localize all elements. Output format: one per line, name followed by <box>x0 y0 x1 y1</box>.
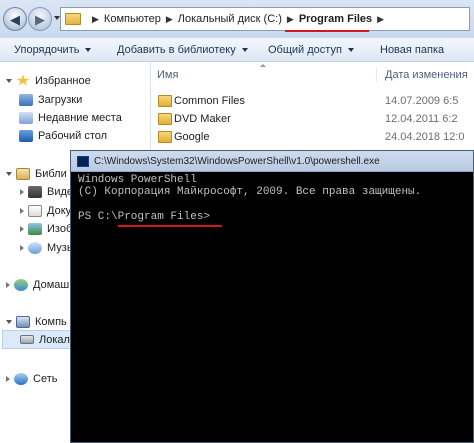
folder-icon <box>158 131 172 143</box>
forward-button[interactable]: ▶ <box>28 7 52 31</box>
powershell-window[interactable]: C:\Windows\System32\WindowsPowerShell\v1… <box>70 150 474 443</box>
chevron-right-icon[interactable]: ▶ <box>92 14 99 25</box>
powershell-title: C:\Windows\System32\WindowsPowerShell\v1… <box>94 155 380 167</box>
expander-icon[interactable] <box>20 244 24 251</box>
nav-downloads[interactable]: Загрузки <box>19 91 82 108</box>
file-date: 24.04.2018 12:0 <box>385 131 465 143</box>
nav-documents-label: Доку <box>47 204 72 217</box>
column-header-date[interactable]: Дата изменения <box>385 66 468 84</box>
nav-computer[interactable]: Компь <box>0 313 67 330</box>
nav-documents[interactable]: Доку <box>14 202 71 219</box>
expander-icon[interactable] <box>20 225 24 232</box>
nav-desktop-label: Рабочий стол <box>38 129 108 142</box>
music-icon <box>28 241 42 254</box>
highlight-underline <box>285 30 369 32</box>
console-prompt: PS C:\Program Files> <box>78 211 211 223</box>
arrow-left-icon: ◀ <box>10 11 20 27</box>
computer-icon <box>16 315 30 328</box>
expander-icon[interactable] <box>6 375 10 382</box>
command-bar: Упорядочить Добавить в библиотеку Общий … <box>0 38 474 62</box>
nav-computer-label: Компь <box>35 315 67 328</box>
chevron-down-icon <box>85 47 92 52</box>
breadcrumb-local-disk[interactable]: Локальный диск (C:) <box>178 13 282 25</box>
console-line: (C) Корпорация Майкрософт, 2009. Все пра… <box>78 186 422 198</box>
column-header-name[interactable]: Имя <box>157 66 178 84</box>
document-icon <box>28 204 42 217</box>
add-to-library-menu[interactable]: Добавить в библиотеку <box>117 44 248 56</box>
console-output[interactable]: Windows PowerShell (C) Корпорация Майкро… <box>71 172 473 442</box>
nav-homegroup-label: Домаш <box>33 278 70 291</box>
expander-icon[interactable] <box>20 207 24 214</box>
file-row[interactable]: DVD Maker 12.04.2011 6:2 <box>151 110 474 128</box>
recent-places-icon <box>19 111 33 124</box>
file-name: DVD Maker <box>174 113 231 125</box>
highlight-underline <box>118 225 222 227</box>
chevron-right-icon[interactable]: ▶ <box>377 14 384 25</box>
chevron-right-icon[interactable]: ▶ <box>166 14 173 25</box>
file-name: Google <box>174 131 210 143</box>
nav-pictures-label: Изоб <box>47 222 73 235</box>
libraries-icon <box>16 167 30 180</box>
nav-network-label: Сеть <box>33 372 58 385</box>
file-row[interactable]: Common Files 14.07.2009 6:5 <box>151 92 474 110</box>
breadcrumb-program-files[interactable]: Program Files <box>299 13 372 25</box>
nav-favorites-label: Избранное <box>35 74 91 87</box>
nav-homegroup[interactable]: Домаш <box>0 276 69 293</box>
drive-icon <box>20 335 34 344</box>
folder-icon <box>65 13 81 25</box>
nav-libraries-label: Библи <box>35 167 67 180</box>
nav-recent-places[interactable]: Недавние места <box>19 109 122 126</box>
nav-music[interactable]: Музы <box>14 239 75 256</box>
share-label: Общий доступ <box>268 43 342 56</box>
file-date: 14.07.2009 6:5 <box>385 95 459 107</box>
folder-icon <box>158 113 172 125</box>
powershell-title-bar[interactable]: C:\Windows\System32\WindowsPowerShell\v1… <box>71 151 473 172</box>
file-date: 12.04.2011 6:2 <box>385 113 458 125</box>
star-icon <box>16 74 30 86</box>
chevron-down-icon <box>241 47 248 52</box>
share-menu[interactable]: Общий доступ <box>268 44 354 56</box>
expander-icon[interactable] <box>6 171 12 176</box>
new-folder-label: Новая папка <box>380 43 445 56</box>
nav-pictures[interactable]: Изоб <box>14 220 72 237</box>
expander-icon[interactable] <box>20 188 24 195</box>
file-name: Common Files <box>174 95 245 107</box>
nav-desktop[interactable]: Рабочий стол <box>19 127 107 144</box>
chevron-right-icon[interactable]: ▶ <box>287 14 294 25</box>
add-to-library-label: Добавить в библиотеку <box>117 43 236 56</box>
nav-downloads-label: Загрузки <box>38 93 83 106</box>
powershell-icon <box>77 155 89 167</box>
organize-menu[interactable]: Упорядочить <box>14 43 92 56</box>
nav-libraries[interactable]: Библи <box>0 165 67 182</box>
picture-icon <box>28 222 42 235</box>
file-row[interactable]: Google 24.04.2018 12:0 <box>151 128 474 146</box>
expander-icon[interactable] <box>6 78 12 83</box>
nav-recent-places-label: Недавние места <box>38 111 122 124</box>
chevron-down-icon <box>347 47 354 52</box>
nav-network[interactable]: Сеть <box>0 370 57 387</box>
downloads-icon <box>19 93 33 106</box>
expander-icon[interactable] <box>6 281 10 288</box>
back-button[interactable]: ◀ <box>3 7 27 31</box>
nav-local-disk-label: Локал <box>39 333 70 346</box>
column-divider[interactable] <box>376 68 377 82</box>
video-icon <box>28 185 42 198</box>
address-bar-area: ◀ ▶ ▶ Компьютер ▶ Локальный диск (C:) ▶ … <box>0 0 474 39</box>
sort-up-icon <box>260 64 266 67</box>
desktop-icon <box>19 129 33 142</box>
new-folder-button[interactable]: Новая папка <box>380 44 444 56</box>
nav-favorites[interactable]: Избранное <box>0 72 91 89</box>
folder-icon <box>158 95 172 107</box>
network-icon <box>14 372 28 385</box>
breadcrumb-computer[interactable]: Компьютер <box>104 13 161 25</box>
organize-label: Упорядочить <box>14 43 80 56</box>
address-box[interactable]: ▶ Компьютер ▶ Локальный диск (C:) ▶ Prog… <box>60 7 470 31</box>
homegroup-icon <box>14 278 28 291</box>
arrow-right-icon: ▶ <box>35 11 45 27</box>
expander-icon[interactable] <box>6 319 12 324</box>
